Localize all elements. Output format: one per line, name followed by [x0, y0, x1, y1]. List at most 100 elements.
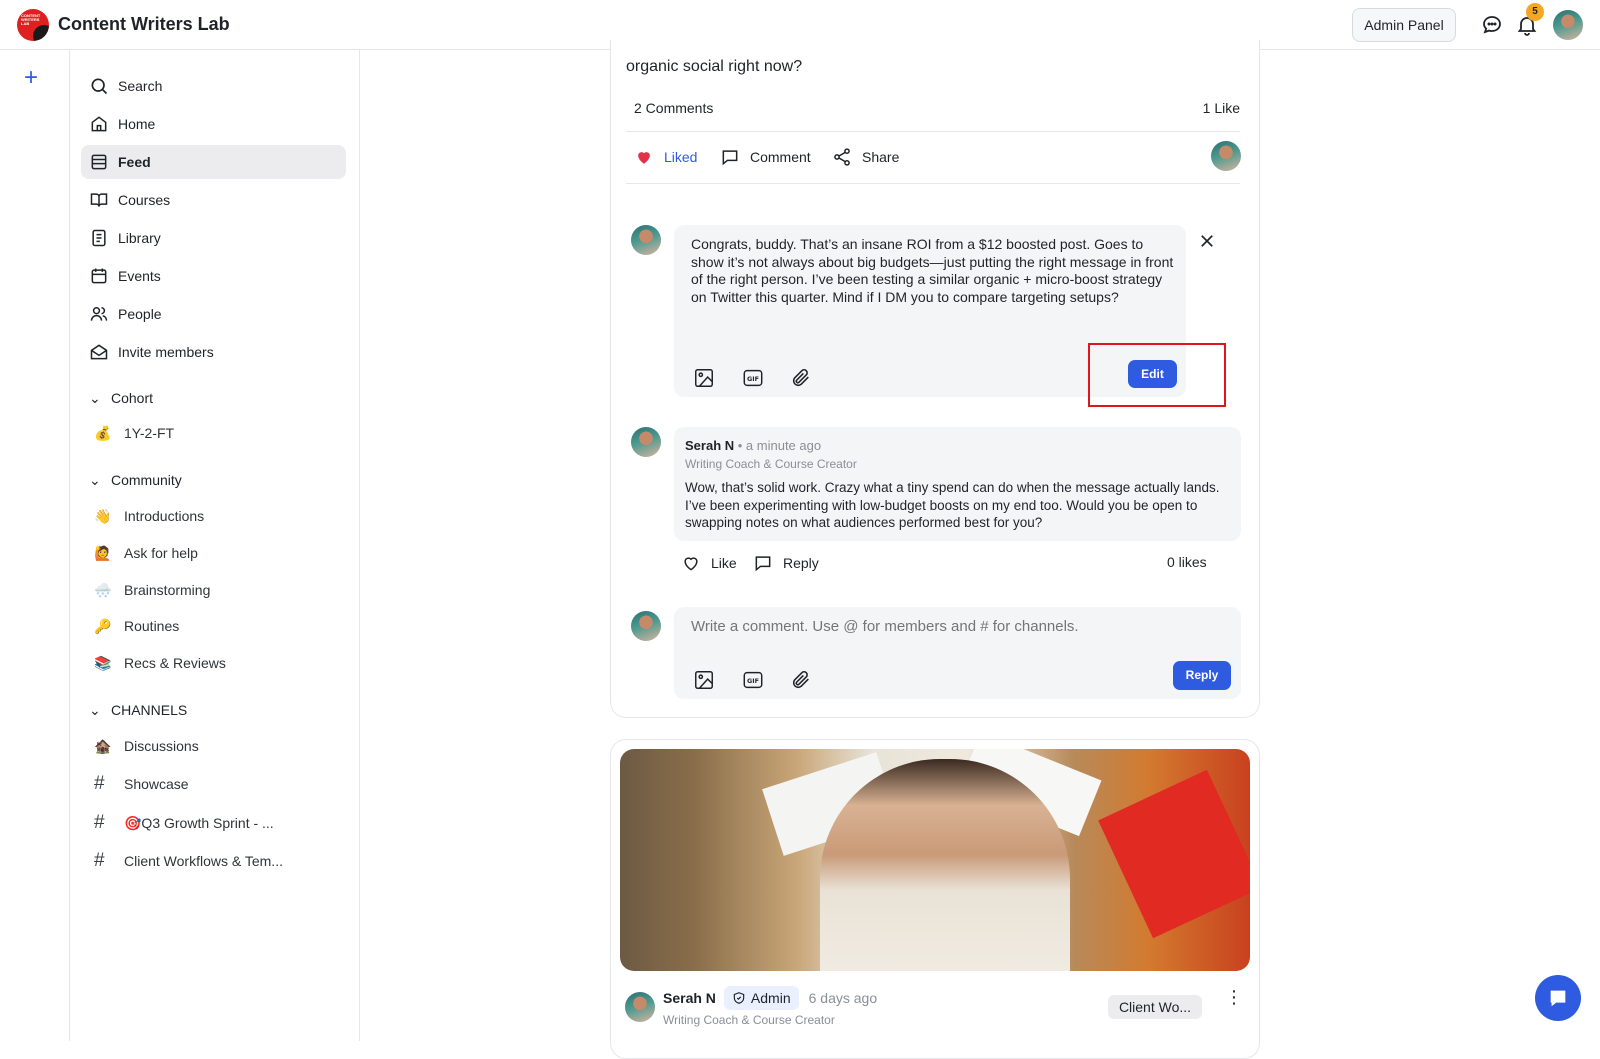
section-header-cohort[interactable]: ⌄ Cohort — [89, 390, 153, 407]
comments-count[interactable]: 2 Comments — [634, 100, 713, 116]
app-logo[interactable]: CONTENT WRITERS LAB — [17, 9, 49, 41]
house-icon: 🏚️ — [94, 737, 112, 754]
comment-icon — [722, 150, 738, 166]
chevron-down-icon: ⌄ — [89, 390, 101, 406]
chat-fab[interactable] — [1535, 975, 1581, 1021]
share-button[interactable]: Share — [832, 147, 899, 167]
liked-button[interactable]: Liked — [634, 147, 697, 167]
sidebar-item-routines[interactable]: 🔑 Routines — [94, 613, 179, 639]
attachment-button[interactable] — [790, 367, 812, 389]
comment-author-role: Writing Coach & Course Creator — [685, 457, 857, 471]
user-avatar[interactable] — [1553, 10, 1583, 40]
sidebar-item-label: Search — [118, 78, 163, 94]
sidebar-item-q3-growth-sprint[interactable]: # 🎯Q3 Growth Sprint - ... — [94, 810, 274, 836]
gif-icon: GIF — [743, 671, 763, 689]
sidebar-item-invite-members[interactable]: Invite members — [81, 335, 346, 369]
sidebar-item-label: Courses — [118, 192, 171, 208]
sidebar-item-brainstorming[interactable]: 🌨️ Brainstorming — [94, 577, 210, 603]
post-author[interactable]: Serah N — [663, 990, 716, 1006]
notification-badge: 5 — [1526, 3, 1544, 21]
close-icon[interactable] — [1198, 232, 1216, 250]
comment-input[interactable] — [691, 616, 1221, 636]
gif-button[interactable]: GIF — [742, 669, 764, 691]
chevron-down-icon: ⌄ — [89, 702, 101, 718]
wave-icon: 👋 — [94, 507, 112, 524]
post-author-role: Writing Coach & Course Creator — [663, 1013, 835, 1027]
sidebar-item-showcase[interactable]: # Showcase — [94, 771, 189, 797]
app-title[interactable]: Content Writers Lab — [58, 14, 230, 35]
sidebar-item-courses[interactable]: Courses — [81, 183, 346, 217]
sidebar-item-recs-reviews[interactable]: 📚 Recs & Reviews — [94, 650, 226, 676]
heart-icon — [684, 557, 698, 571]
comment-reply-button[interactable]: Reply — [753, 553, 819, 573]
section-header-channels[interactable]: ⌄ CHANNELS — [89, 702, 187, 719]
sidebar-item-client-workflows[interactable]: # Client Workflows & Tem... — [94, 848, 283, 874]
sidebar-item-feed[interactable]: Feed — [81, 145, 346, 179]
book-icon — [90, 193, 108, 207]
document-icon — [92, 229, 106, 247]
mail-icon — [90, 344, 108, 360]
hash-icon: # — [94, 773, 105, 794]
sidebar-item-library[interactable]: Library — [81, 221, 346, 255]
plus-icon[interactable]: + — [24, 66, 38, 90]
share-icon — [834, 148, 850, 166]
likes-count[interactable]: 1 Like — [1203, 100, 1240, 116]
people-icon — [90, 307, 108, 321]
svg-text:GIF: GIF — [747, 677, 759, 685]
hash-icon: # — [94, 850, 105, 871]
post-header: Serah N Admin 6 days ago — [663, 986, 877, 1010]
admin-badge: Admin — [723, 986, 799, 1010]
highlight-box — [1088, 343, 1226, 407]
channel-pill[interactable]: Client Wo... — [1108, 995, 1202, 1019]
sidebar-item-label: Library — [118, 230, 161, 246]
comment-likes-count: 0 likes — [1167, 554, 1207, 570]
divider — [626, 183, 1240, 184]
liker-avatar[interactable] — [1211, 141, 1241, 171]
sidebar-item-label: People — [118, 306, 162, 322]
money-bag-icon: 💰 — [94, 424, 112, 441]
admin-panel-button[interactable]: Admin Panel — [1352, 8, 1456, 42]
heart-filled-icon — [638, 152, 650, 164]
comment-time: • a minute ago — [737, 438, 822, 453]
image-upload-button[interactable] — [693, 669, 715, 691]
user-avatar — [631, 611, 661, 641]
gif-button[interactable]: GIF — [742, 367, 764, 389]
post-time: 6 days ago — [808, 990, 878, 1006]
sidebar-item-discussions[interactable]: 🏚️ Discussions — [94, 733, 199, 759]
sidebar-item-introductions[interactable]: 👋 Introductions — [94, 503, 204, 529]
sidebar-item-people[interactable]: People — [81, 297, 346, 331]
comment-button[interactable]: Comment — [720, 147, 811, 167]
more-options-icon[interactable]: ⋮ — [1225, 988, 1243, 1006]
post-image[interactable] — [620, 749, 1250, 971]
comment-author[interactable]: Serah N — [685, 438, 734, 453]
commenter-avatar — [631, 225, 661, 255]
image-upload-button[interactable] — [693, 367, 715, 389]
sidebar-item-search[interactable]: Search — [81, 69, 346, 103]
raised-hand-icon: 🙋 — [94, 544, 112, 561]
section-header-community[interactable]: ⌄ Community — [89, 472, 182, 489]
chat-icon — [1550, 990, 1566, 1007]
shield-icon — [733, 992, 745, 1004]
attachment-button[interactable] — [790, 669, 812, 691]
divider — [626, 131, 1240, 132]
comment-text: Wow, that’s solid work. Crazy what a tin… — [685, 480, 1220, 530]
sidebar-item-label: Home — [118, 116, 156, 132]
sidebar-item-1y-2-ft[interactable]: 💰 1Y-2-FT — [94, 420, 174, 446]
feed-icon — [91, 154, 107, 170]
edit-comment-text[interactable]: Congrats, buddy. That’s an insane ROI fr… — [691, 236, 1177, 306]
reply-button[interactable]: Reply — [1173, 661, 1231, 690]
svg-text:GIF: GIF — [747, 375, 759, 383]
post-body-text: organic social right now? — [626, 58, 803, 75]
comment-like-button[interactable]: Like — [681, 553, 737, 573]
sidebar-item-label: Events — [118, 268, 161, 284]
sidebar-item-home[interactable]: Home — [81, 107, 346, 141]
sidebar-item-label: Invite members — [118, 344, 214, 360]
home-icon — [91, 116, 107, 132]
sidebar-item-ask-for-help[interactable]: 🙋 Ask for help — [94, 540, 198, 566]
comment-icon — [755, 556, 771, 572]
cloud-icon: 🌨️ — [94, 581, 112, 598]
sidebar-item-events[interactable]: Events — [81, 259, 346, 293]
chat-bubble-icon[interactable] — [1480, 13, 1504, 37]
author-avatar[interactable] — [625, 992, 655, 1022]
left-rail: + — [0, 50, 70, 1041]
